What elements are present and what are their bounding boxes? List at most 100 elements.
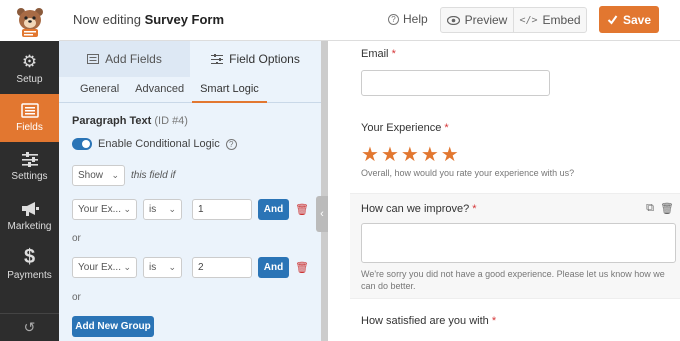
rule1-field-value: Your Ex...: [78, 204, 121, 215]
email-field[interactable]: [361, 70, 550, 96]
duplicate-icon[interactable]: ⧉: [646, 202, 654, 215]
panel-tabs: Add Fields Field Options: [59, 41, 321, 77]
star-icon[interactable]: ★: [401, 145, 419, 165]
rule2-operator-select[interactable]: is ⌄: [143, 257, 182, 278]
conditional-logic-toggle-row: Enable Conditional Logic ?: [72, 138, 237, 150]
rule1-value: 1: [198, 204, 204, 215]
show-select-value: Show: [78, 170, 104, 181]
chevron-left-icon: ‹: [320, 208, 324, 220]
revisions-button[interactable]: ↺: [0, 313, 59, 341]
builder-app: Now editing Survey Form ? Help Preview <…: [0, 0, 680, 341]
field-options-panel: Add Fields Field Options General Advance…: [59, 41, 321, 341]
rule1-field-select[interactable]: Your Ex... ⌄: [72, 199, 137, 220]
rule1-operator-select[interactable]: is ⌄: [143, 199, 182, 220]
star-icon[interactable]: ★: [361, 145, 379, 165]
rule1-and-button[interactable]: And: [258, 199, 289, 220]
title-prefix: Now editing: [73, 12, 141, 27]
form-name: Survey Form: [144, 12, 225, 27]
tab-options-label: Field Options: [229, 52, 300, 66]
experience-label-text: Your Experience: [361, 122, 442, 134]
improve-description: We're sorry you did not have a good expe…: [361, 269, 665, 291]
nav-label-payments: Payments: [7, 270, 52, 281]
sliders-icon: [21, 152, 38, 167]
rule2-operator-value: is: [149, 262, 157, 273]
star-icon[interactable]: ★: [381, 145, 399, 165]
gear-icon: ⚙: [21, 52, 38, 71]
subtab-advanced[interactable]: Advanced: [127, 77, 192, 103]
nav-item-setup[interactable]: ⚙ Setup: [0, 45, 59, 93]
rule2-and-button[interactable]: And: [258, 257, 289, 278]
top-bar: Now editing Survey Form ? Help Preview <…: [0, 0, 680, 41]
preview-button[interactable]: Preview: [441, 8, 514, 32]
eye-icon: [446, 15, 460, 25]
rule2-value-input[interactable]: 2: [192, 257, 252, 278]
delete-icon[interactable]: 🗑: [660, 202, 674, 215]
fields-list-icon: [20, 103, 39, 118]
rating-stars[interactable]: ★ ★ ★ ★ ★: [361, 145, 459, 165]
embed-button[interactable]: </> Embed: [514, 8, 586, 32]
field-name: Paragraph Text: [72, 115, 152, 127]
megaphone-icon: [21, 201, 39, 216]
rule2-field-select[interactable]: Your Ex... ⌄: [72, 257, 137, 278]
chevron-down-icon: ⌄: [111, 170, 119, 180]
list-icon: [87, 54, 100, 64]
question-icon: ?: [388, 13, 399, 25]
page-title: Now editing Survey Form: [73, 12, 224, 27]
nav-item-payments[interactable]: $ Payments: [0, 241, 59, 289]
tab-add-fields[interactable]: Add Fields: [59, 41, 190, 77]
rule2-value: 2: [198, 262, 204, 273]
wpforms-logo: [0, 0, 59, 41]
collapse-panel-button[interactable]: ‹: [316, 196, 328, 232]
required-mark: *: [444, 122, 449, 134]
nav-label-settings: Settings: [11, 171, 48, 182]
satisfied-label: How satisfied are you with *: [361, 315, 496, 327]
conditional-logic-toggle[interactable]: [72, 138, 92, 150]
help-button[interactable]: ? Help: [388, 12, 428, 26]
star-icon[interactable]: ★: [441, 145, 459, 165]
panel-divider: [321, 41, 328, 341]
help-label: Help: [403, 12, 428, 26]
show-hide-select[interactable]: Show ⌄: [72, 165, 125, 186]
improve-textarea[interactable]: [361, 223, 676, 263]
chevron-down-icon: ⌄: [168, 204, 176, 214]
bear-mascot-icon: [16, 7, 43, 37]
field-id: (ID #4): [154, 115, 188, 127]
history-icon: ↺: [23, 319, 36, 335]
rule2-field-value: Your Ex...: [78, 262, 121, 273]
preview-label: Preview: [464, 13, 508, 27]
rule1-operator-value: is: [149, 204, 157, 215]
nav-label-setup: Setup: [16, 74, 43, 85]
or-label-2: or: [72, 292, 81, 303]
sliders-small-icon: [211, 54, 224, 64]
embed-label: Embed: [542, 13, 581, 27]
subtab-smart-logic[interactable]: Smart Logic: [192, 77, 267, 103]
form-preview: Email * Your Experience * ★ ★ ★ ★ ★ Over…: [328, 41, 680, 341]
chevron-down-icon: ⌄: [168, 262, 176, 272]
help-icon[interactable]: ?: [225, 138, 237, 150]
enable-label: Enable Conditional Logic: [98, 138, 220, 150]
email-label-text: Email: [361, 48, 389, 60]
save-button[interactable]: Save: [599, 6, 659, 33]
star-icon[interactable]: ★: [421, 145, 439, 165]
nav-label-fields: Fields: [16, 122, 43, 133]
nav-item-fields[interactable]: Fields: [0, 94, 59, 142]
checkmark-icon: [607, 15, 618, 25]
improve-label-text: How can we improve?: [361, 203, 470, 215]
required-mark: *: [491, 315, 497, 327]
rule1-delete-icon[interactable]: 🗑: [295, 203, 309, 216]
nav-item-settings[interactable]: Settings: [0, 143, 59, 191]
add-new-group-button[interactable]: Add New Group: [72, 316, 154, 337]
nav-label-marketing: Marketing: [7, 220, 52, 232]
required-mark: *: [391, 48, 396, 60]
tab-add-label: Add Fields: [105, 52, 162, 66]
field-actions: ⧉ 🗑: [646, 202, 674, 215]
code-icon: </>: [519, 14, 538, 26]
option-subtabs: General Advanced Smart Logic: [59, 77, 321, 103]
rule2-delete-icon[interactable]: 🗑: [295, 261, 309, 274]
rule1-value-input[interactable]: 1: [192, 199, 252, 220]
tab-field-options[interactable]: Field Options: [190, 41, 321, 77]
save-label: Save: [622, 12, 652, 27]
nav-item-marketing[interactable]: Marketing: [0, 192, 59, 240]
chevron-down-icon: ⌄: [123, 204, 131, 214]
subtab-general[interactable]: General: [72, 77, 127, 103]
